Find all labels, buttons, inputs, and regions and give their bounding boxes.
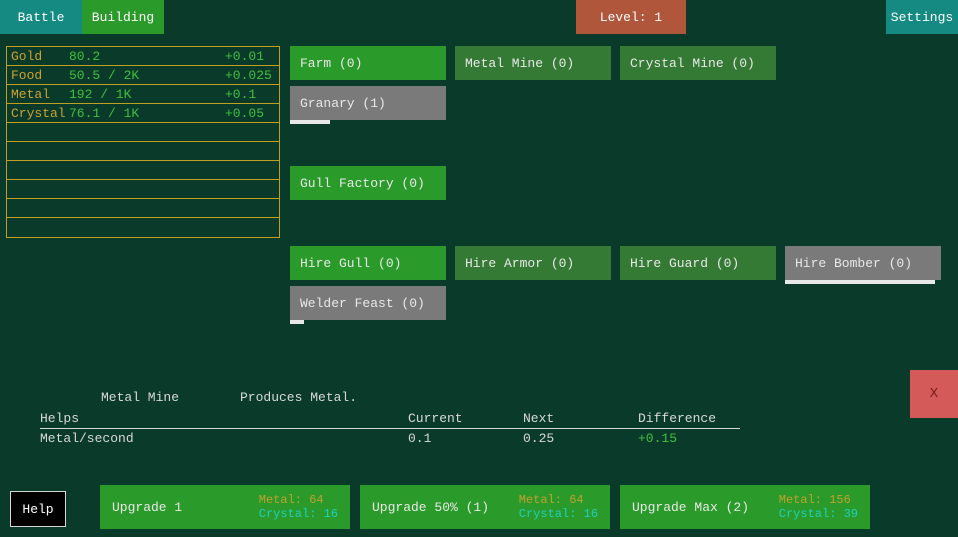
upgrade-cost-metal: Metal: 156 [779, 493, 858, 507]
detail-rule [40, 428, 740, 429]
resource-label: Metal [11, 87, 69, 102]
settings-button[interactable]: Settings [886, 0, 958, 34]
detail-name: Metal Mine [40, 390, 240, 405]
resource-rate: +0.1 [225, 87, 275, 102]
building-gull-factory[interactable]: Gull Factory (0) [290, 166, 446, 200]
resource-row: Gold 80.2 +0.01 [7, 47, 279, 66]
detail-row-label: Metal/second [40, 431, 408, 446]
building-metal-mine[interactable]: Metal Mine (0) [455, 46, 611, 80]
progress-bar [785, 280, 935, 284]
resource-value: 192 / 1K [69, 87, 225, 102]
resource-value: 80.2 [69, 49, 225, 64]
building-label: Hire Bomber (0) [795, 256, 912, 271]
building-hire-guard[interactable]: Hire Guard (0) [620, 246, 776, 280]
upgrade-row: Upgrade 1 Metal: 64 Crystal: 16 Upgrade … [100, 485, 870, 529]
detail-diff: +0.15 [638, 431, 738, 446]
close-button[interactable]: X [910, 370, 958, 418]
upgrade-cost-metal: Metal: 64 [259, 493, 338, 507]
resource-row-empty [7, 180, 279, 199]
resource-row-empty [7, 161, 279, 180]
detail-desc: Produces Metal. [240, 390, 357, 405]
upgrade-cost-metal: Metal: 64 [519, 493, 598, 507]
detail-header-diff: Difference [638, 411, 738, 426]
resource-row: Metal 192 / 1K +0.1 [7, 85, 279, 104]
resource-row-empty [7, 218, 279, 237]
building-granary[interactable]: Granary (1) [290, 86, 446, 120]
building-farm[interactable]: Farm (0) [290, 46, 446, 80]
tab-battle[interactable]: Battle [0, 0, 82, 34]
upgrade-max-button[interactable]: Upgrade Max (2) Metal: 156 Crystal: 39 [620, 485, 870, 529]
detail-current: 0.1 [408, 431, 523, 446]
resource-label: Gold [11, 49, 69, 64]
detail-header-current: Current [408, 411, 523, 426]
building-hire-bomber[interactable]: Hire Bomber (0) [785, 246, 941, 280]
upgrade-cost-crystal: Crystal: 39 [779, 507, 858, 521]
upgrade-label: Upgrade Max (2) [632, 500, 779, 515]
detail-header-next: Next [523, 411, 638, 426]
building-label: Welder Feast (0) [300, 296, 425, 311]
resource-value: 76.1 / 1K [69, 106, 225, 121]
detail-next: 0.25 [523, 431, 638, 446]
upgrade-cost-crystal: Crystal: 16 [259, 507, 338, 521]
upgrade-1-button[interactable]: Upgrade 1 Metal: 64 Crystal: 16 [100, 485, 350, 529]
building-hire-armor[interactable]: Hire Armor (0) [455, 246, 611, 280]
upgrade-50-button[interactable]: Upgrade 50% (1) Metal: 64 Crystal: 16 [360, 485, 610, 529]
upgrade-label: Upgrade 50% (1) [372, 500, 519, 515]
resource-row: Food 50.5 / 2K +0.025 [7, 66, 279, 85]
detail-helps-label: Helps [40, 411, 408, 426]
level-badge: Level: 1 [576, 0, 686, 34]
upgrade-label: Upgrade 1 [112, 500, 259, 515]
resource-rate: +0.01 [225, 49, 275, 64]
upgrade-cost-crystal: Crystal: 16 [519, 507, 598, 521]
resource-label: Food [11, 68, 69, 83]
building-label: Granary (1) [300, 96, 386, 111]
resource-value: 50.5 / 2K [69, 68, 225, 83]
resource-label: Crystal [11, 106, 69, 121]
building-welder-feast[interactable]: Welder Feast (0) [290, 286, 446, 320]
resource-panel: Gold 80.2 +0.01 Food 50.5 / 2K +0.025 Me… [6, 46, 280, 238]
building-crystal-mine[interactable]: Crystal Mine (0) [620, 46, 776, 80]
resource-rate: +0.025 [225, 68, 275, 83]
progress-bar [290, 120, 330, 124]
resource-row-empty [7, 123, 279, 142]
resource-row: Crystal 76.1 / 1K +0.05 [7, 104, 279, 123]
resource-rate: +0.05 [225, 106, 275, 121]
resource-row-empty [7, 142, 279, 161]
building-hire-gull[interactable]: Hire Gull (0) [290, 246, 446, 280]
progress-bar [290, 320, 304, 324]
detail-pane: Metal Mine Produces Metal. Helps Current… [40, 390, 740, 446]
help-button[interactable]: Help [10, 491, 66, 527]
tab-building[interactable]: Building [82, 0, 164, 34]
resource-row-empty [7, 199, 279, 218]
